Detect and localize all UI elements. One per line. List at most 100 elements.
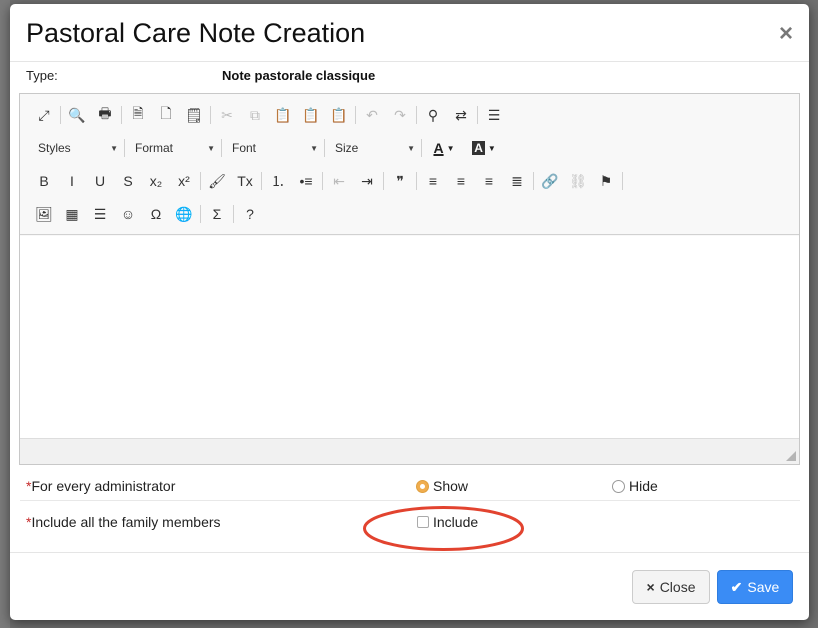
redo-icon[interactable]: ↷ [386, 103, 414, 127]
justify-icon[interactable]: ≣ [503, 169, 531, 193]
chevron-down-icon: ▼ [310, 143, 318, 153]
toolbar-separator [200, 172, 201, 190]
underline-icon[interactable]: U [86, 169, 114, 193]
maximize-icon[interactable]: ⤢ [30, 103, 58, 127]
templates-icon[interactable]: 🗎 [124, 103, 152, 127]
new-page-icon[interactable]: 🗋 [152, 103, 180, 127]
italic-icon[interactable]: I [58, 169, 86, 193]
size-combo[interactable]: Size ▼ [327, 136, 419, 160]
hide-radio[interactable] [612, 479, 625, 493]
image-icon[interactable]: 🖼 [30, 202, 58, 226]
resize-handle-icon[interactable] [786, 451, 796, 461]
close-button-label: Close [659, 579, 696, 595]
modal-close-icon[interactable]: × [779, 22, 793, 46]
toolbar-separator [533, 172, 534, 190]
format-combo[interactable]: Format ▼ [127, 136, 219, 160]
close-icon: × [646, 579, 655, 595]
administrator-label-text: For every administrator [31, 478, 176, 494]
toolbar-separator [60, 106, 61, 124]
check-icon: ✔ [730, 578, 743, 595]
math-icon[interactable]: Σ [203, 202, 231, 226]
chevron-down-icon: ▼ [207, 143, 215, 153]
editor-status-bar [20, 438, 799, 464]
chevron-down-icon: ▼ [407, 143, 415, 153]
text-color-button[interactable]: A ▼ [424, 136, 464, 160]
toolbar-row-2: Styles ▼ Format ▼ Font ▼ Size ▼ A ▼ A ▼ [30, 135, 504, 161]
styles-combo[interactable]: Styles ▼ [30, 136, 122, 160]
toolbar-separator [233, 205, 234, 223]
row-divider [20, 500, 800, 501]
paste-word-icon[interactable]: 📋 [325, 103, 353, 127]
bulleted-list-icon[interactable]: •≡ [292, 169, 320, 193]
show-radio[interactable] [416, 479, 429, 493]
subscript-icon[interactable]: x₂ [142, 169, 170, 193]
type-label: Type: [26, 68, 58, 83]
toolbar-row-3: B I U Sx₂ x² 🖌 Tx ⒈ •≡ ⇤ ⇥ ❞ ≡ ≡ ≡ ≣ 🔗 ⛓ ⚑ [30, 168, 625, 194]
indent-icon[interactable]: ⇥ [353, 169, 381, 193]
link-icon[interactable]: 🔗 [536, 169, 564, 193]
cut-icon[interactable]: ✂ [213, 103, 241, 127]
annotation-ellipse [363, 506, 524, 551]
help-icon[interactable]: ? [236, 202, 264, 226]
editor-content-area[interactable] [20, 236, 799, 438]
strike-icon[interactable]: S [114, 169, 142, 193]
toolbar-separator [421, 139, 422, 157]
remove-format-icon[interactable]: Tx [231, 169, 259, 193]
toolbar-row-1: ⤢ 🔍 🖶 🗎 🗋 🗒 ✂ ⧉ 📋 📋 📋 ↶ ↷ ⚲ ⇄ ☰ [30, 102, 508, 128]
save-button[interactable]: ✔ Save [717, 570, 793, 604]
align-right-icon[interactable]: ≡ [475, 169, 503, 193]
bold-icon[interactable]: B [30, 169, 58, 193]
font-combo[interactable]: Font ▼ [224, 136, 322, 160]
find-icon[interactable]: ⚲ [419, 103, 447, 127]
unlink-icon[interactable]: ⛓ [564, 169, 592, 193]
family-members-label-text: Include all the family members [31, 514, 221, 530]
toolbar-separator [324, 139, 325, 157]
align-left-icon[interactable]: ≡ [419, 169, 447, 193]
replace-icon[interactable]: ⇄ [447, 103, 475, 127]
background-color-button[interactable]: A ▼ [464, 136, 504, 160]
blockquote-icon[interactable]: ❞ [386, 169, 414, 193]
toolbar-separator [210, 106, 211, 124]
toolbar-separator [124, 139, 125, 157]
anchor-icon[interactable]: ⚑ [592, 169, 620, 193]
type-value: Note pastorale classique [222, 68, 376, 83]
toolbar-separator [477, 106, 478, 124]
chevron-down-icon: ▼ [446, 143, 455, 153]
superscript-icon[interactable]: x² [170, 169, 198, 193]
modal-header: Pastoral Care Note Creation × [10, 4, 809, 62]
toolbar-separator [622, 172, 623, 190]
modal-footer: × Close ✔ Save [10, 552, 809, 620]
numbered-list-icon[interactable]: ⒈ [264, 169, 292, 193]
table-icon[interactable]: ▦ [58, 202, 86, 226]
toolbar-separator [322, 172, 323, 190]
preview-icon[interactable]: 🔍 [63, 103, 91, 127]
background-color-icon: A [472, 141, 485, 155]
copy-icon[interactable]: ⧉ [241, 103, 269, 127]
text-color-icon: A [433, 140, 444, 156]
toolbar-separator [200, 205, 201, 223]
administrator-label: *For every administrator [26, 478, 175, 494]
undo-icon[interactable]: ↶ [358, 103, 386, 127]
toolbar-separator [221, 139, 222, 157]
close-button[interactable]: × Close [632, 570, 710, 604]
hide-radio-option[interactable]: Hide [612, 478, 658, 494]
smiley-icon[interactable]: ☺ [114, 202, 142, 226]
rich-text-editor: ⤢ 🔍 🖶 🗎 🗋 🗒 ✂ ⧉ 📋 📋 📋 ↶ ↷ ⚲ ⇄ ☰ Styles ▼ Format ▼ Font ▼ Size… [19, 93, 800, 465]
source-icon[interactable]: 🗒 [180, 103, 208, 127]
align-center-icon[interactable]: ≡ [447, 169, 475, 193]
show-radio-option[interactable]: Show [416, 478, 468, 494]
paste-text-icon[interactable]: 📋 [297, 103, 325, 127]
select-all-icon[interactable]: ☰ [480, 103, 508, 127]
iframe-icon[interactable]: 🌐 [170, 202, 198, 226]
combo-label: Font [232, 141, 257, 155]
toolbar-separator [383, 172, 384, 190]
chevron-down-icon: ▼ [110, 143, 118, 153]
special-char-icon[interactable]: Ω [142, 202, 170, 226]
toolbar-separator [261, 172, 262, 190]
outdent-icon[interactable]: ⇤ [325, 169, 353, 193]
paste-icon[interactable]: 📋 [269, 103, 297, 127]
copy-format-icon[interactable]: 🖌 [203, 169, 231, 193]
print-icon[interactable]: 🖶 [91, 103, 119, 127]
horizontal-line-icon[interactable]: ☰ [86, 202, 114, 226]
background-page-strip [0, 0, 10, 628]
